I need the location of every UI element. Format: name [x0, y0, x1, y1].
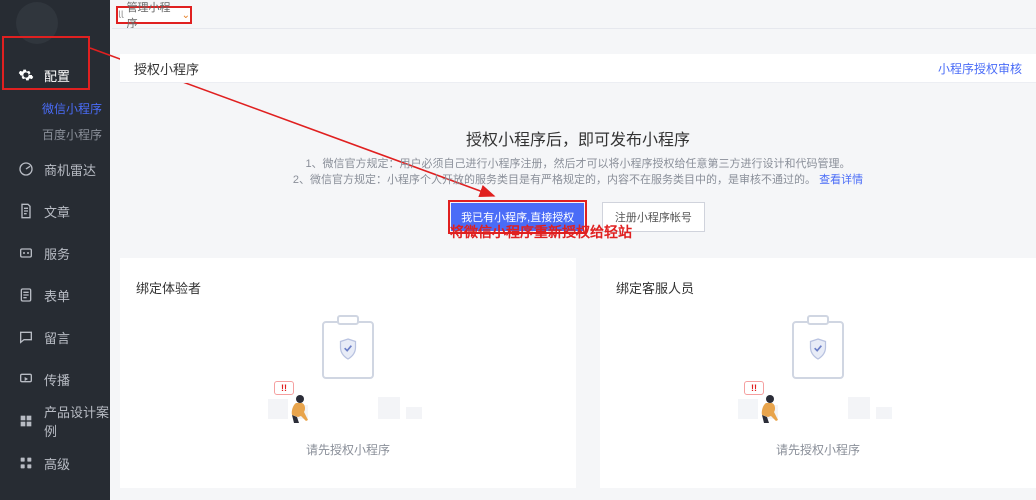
card-bind-service: 绑定客服人员 !! 请先授权小程序: [600, 258, 1036, 488]
broadcast-icon: [18, 371, 34, 387]
panel-divider: [120, 82, 1036, 83]
apps-icon: [18, 455, 34, 471]
sidebar-item-label: 留言: [44, 328, 70, 347]
sidebar-item-broadcast[interactable]: 传播: [0, 358, 110, 400]
sidebar: 配置 微信小程序 百度小程序 商机雷达 文章 服务 表单 留言: [0, 0, 110, 500]
person-sitting-icon: !!: [744, 381, 784, 423]
shield-icon: [808, 337, 828, 361]
desc-line1: 1、微信官方规定：用户必须自己进行小程序注册，然后才可以将小程序授权给任意第三方…: [305, 158, 850, 170]
desc-detail-link[interactable]: 查看详情: [819, 174, 863, 186]
top-tab-label: 管理小程序: [127, 0, 179, 31]
top-tab-manage[interactable]: 𝗅𝗅 管理小程序 ⌄: [116, 6, 192, 24]
message-icon: [18, 329, 34, 345]
sidebar-item-form[interactable]: 表单: [0, 274, 110, 316]
sidebar-sub-baidu[interactable]: 百度小程序: [0, 122, 110, 148]
sidebar-item-config[interactable]: 配置: [0, 54, 110, 96]
sidebar-item-article[interactable]: 文章: [0, 190, 110, 232]
panel-right-link[interactable]: 小程序授权审核: [938, 60, 1022, 77]
sidebar-item-service[interactable]: 服务: [0, 232, 110, 274]
red-annotation-text: 将微信小程序重新授权给轻站: [450, 222, 632, 242]
service-icon: [18, 245, 34, 261]
empty-illustration: !!: [120, 315, 576, 435]
document-icon: [18, 203, 34, 219]
chevron-down-icon: ⌄: [182, 10, 190, 21]
top-divider: [112, 28, 1036, 29]
sidebar-sub-wechat[interactable]: 微信小程序: [0, 96, 110, 122]
avatar: [16, 2, 58, 44]
panel-title: 授权小程序: [134, 59, 199, 78]
card-message: 请先授权小程序: [120, 441, 576, 458]
gear-icon: [18, 67, 34, 83]
bars-icon: 𝗅𝗅: [118, 10, 124, 21]
main-area: 授权小程序后，即可发布小程序 1、微信官方规定：用户必须自己进行小程序注册，然后…: [120, 96, 1036, 240]
form-icon: [18, 287, 34, 303]
sidebar-item-label: 商机雷达: [44, 160, 96, 179]
sidebar-item-label: 传播: [44, 370, 70, 389]
clipboard-icon: [322, 315, 374, 379]
panel-header: 授权小程序 小程序授权审核: [120, 54, 1036, 82]
main-headline: 授权小程序后，即可发布小程序: [120, 126, 1036, 150]
radar-icon: [18, 161, 34, 177]
card-title: 绑定客服人员: [600, 258, 1036, 297]
sidebar-item-label: 产品设计案例: [44, 402, 110, 440]
sidebar-item-advanced[interactable]: 高级: [0, 442, 110, 484]
card-message: 请先授权小程序: [600, 441, 1036, 458]
main-desc: 1、微信官方规定：用户必须自己进行小程序注册，然后才可以将小程序授权给任意第三方…: [120, 156, 1036, 188]
sidebar-item-leads[interactable]: 商机雷达: [0, 148, 110, 190]
sidebar-item-label: 高级: [44, 454, 70, 473]
shield-icon: [338, 337, 358, 361]
clipboard-icon: [792, 315, 844, 379]
card-title: 绑定体验者: [120, 258, 576, 297]
sidebar-item-label: 文章: [44, 202, 70, 221]
sidebar-item-case[interactable]: 产品设计案例: [0, 400, 110, 442]
sidebar-item-label: 配置: [44, 66, 70, 85]
grid-icon: [18, 413, 34, 429]
empty-illustration: !!: [600, 315, 1036, 435]
sidebar-item-label: 表单: [44, 286, 70, 305]
sidebar-item-message[interactable]: 留言: [0, 316, 110, 358]
sidebar-item-label: 服务: [44, 244, 70, 263]
card-bind-tester: 绑定体验者 !! 请先授权小程序: [120, 258, 576, 488]
person-sitting-icon: !!: [274, 381, 314, 423]
desc-line2: 2、微信官方规定：小程序个人开放的服务类目是有严格规定的，内容不在服务类目中的，…: [293, 174, 816, 186]
